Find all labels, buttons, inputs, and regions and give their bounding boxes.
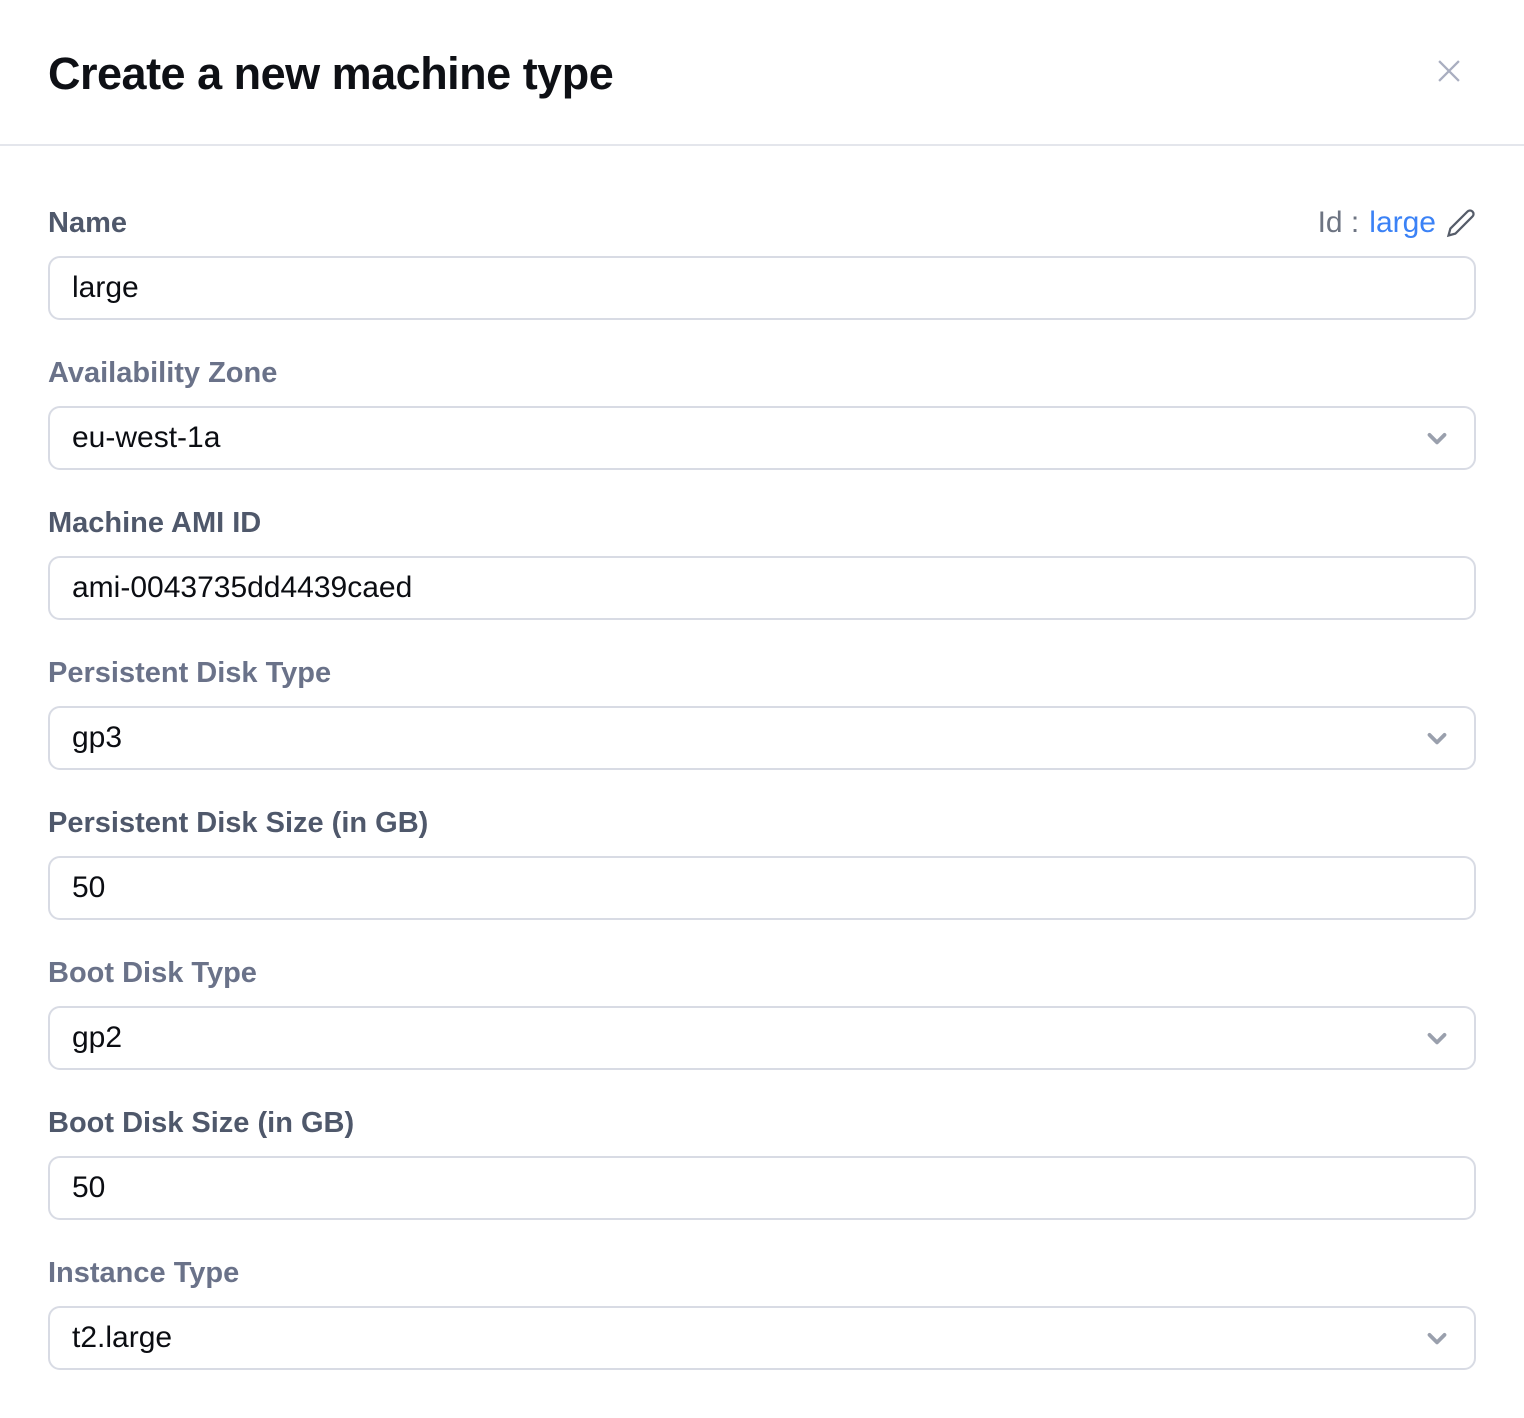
persistent-disk-type-label: Persistent Disk Type <box>48 656 331 690</box>
persistent-disk-size-label: Persistent Disk Size (in GB) <box>48 806 428 840</box>
instance-type-select[interactable]: t2.large <box>48 1306 1476 1370</box>
persistent-disk-type-value: gp3 <box>72 721 122 755</box>
persistent-disk-size-input[interactable] <box>48 856 1476 920</box>
modal-title: Create a new machine type <box>48 48 1476 100</box>
id-row: Id : large <box>1318 206 1476 240</box>
boot-disk-type-value: gp2 <box>72 1021 122 1055</box>
persistent-disk-type-select[interactable]: gp3 <box>48 706 1476 770</box>
boot-disk-size-label: Boot Disk Size (in GB) <box>48 1106 354 1140</box>
name-label: Name <box>48 206 127 240</box>
availability-zone-select[interactable]: eu-west-1a <box>48 406 1476 470</box>
modal-header: Create a new machine type <box>0 0 1524 146</box>
availability-zone-value: eu-west-1a <box>72 421 220 455</box>
id-prefix-label: Id : <box>1318 206 1360 240</box>
field-group-persistent-disk-type: Persistent Disk Type gp3 <box>48 656 1476 770</box>
chevron-down-icon <box>1422 723 1452 753</box>
field-group-instance-type: Instance Type t2.large <box>48 1256 1476 1370</box>
field-group-persistent-disk-size: Persistent Disk Size (in GB) <box>48 806 1476 920</box>
edit-icon[interactable] <box>1446 208 1476 238</box>
name-input[interactable] <box>48 256 1476 320</box>
machine-ami-id-input[interactable] <box>48 556 1476 620</box>
boot-disk-type-label: Boot Disk Type <box>48 956 257 990</box>
field-group-boot-disk-type: Boot Disk Type gp2 <box>48 956 1476 1070</box>
create-machine-type-modal: Create a new machine type Name Id : larg… <box>0 0 1524 1418</box>
close-button[interactable] <box>1430 52 1468 90</box>
close-icon <box>1432 54 1466 88</box>
field-group-name: Name Id : large <box>48 206 1476 320</box>
availability-zone-label: Availability Zone <box>48 356 277 390</box>
id-value[interactable]: large <box>1369 206 1436 240</box>
field-group-availability-zone: Availability Zone eu-west-1a <box>48 356 1476 470</box>
boot-disk-size-input[interactable] <box>48 1156 1476 1220</box>
field-group-boot-disk-size: Boot Disk Size (in GB) <box>48 1106 1476 1220</box>
instance-type-value: t2.large <box>72 1321 172 1355</box>
field-group-machine-ami-id: Machine AMI ID <box>48 506 1476 620</box>
boot-disk-type-select[interactable]: gp2 <box>48 1006 1476 1070</box>
chevron-down-icon <box>1422 1323 1452 1353</box>
chevron-down-icon <box>1422 1023 1452 1053</box>
machine-ami-id-label: Machine AMI ID <box>48 506 261 540</box>
chevron-down-icon <box>1422 423 1452 453</box>
modal-body: Name Id : large Availability Zone eu-wes… <box>0 146 1524 1370</box>
instance-type-label: Instance Type <box>48 1256 239 1290</box>
